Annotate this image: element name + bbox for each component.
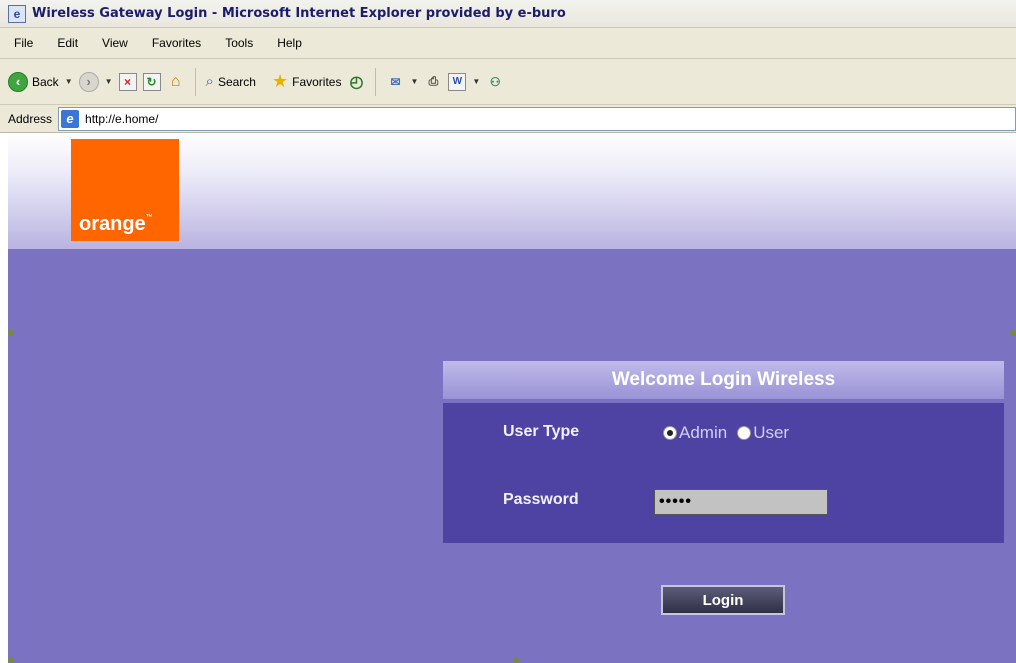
address-input[interactable]: e http://e.home/ — [58, 106, 1016, 131]
mail-icon: ✉ — [390, 74, 401, 89]
menu-edit[interactable]: Edit — [57, 36, 78, 50]
search-icon: ⌕ — [205, 73, 214, 90]
layout-marker — [1010, 330, 1016, 336]
toolbar-divider — [375, 67, 377, 96]
back-label: Back — [32, 74, 59, 89]
radio-unchecked-icon[interactable] — [737, 426, 752, 440]
chevron-down-icon[interactable]: ▼ — [410, 77, 418, 86]
menu-view[interactable]: View — [102, 36, 128, 50]
search-label: Search — [217, 74, 256, 89]
page-header: orange™ — [8, 133, 1016, 249]
history-icon[interactable]: ◴ — [347, 73, 365, 91]
menu-file[interactable]: File — [14, 36, 33, 50]
messenger-icon[interactable]: ⚇ — [486, 73, 504, 91]
search-button[interactable]: ⌕ Search — [206, 73, 256, 90]
menu-tools[interactable]: Tools — [225, 36, 253, 50]
chevron-down-icon[interactable]: ▼ — [65, 77, 73, 86]
forward-arrow-icon: › — [78, 71, 99, 92]
favorites-label: Favorites — [292, 74, 342, 89]
menu-bar: File Edit View Favorites Tools Help — [0, 28, 1016, 59]
page-icon: e — [61, 109, 80, 128]
favorites-button[interactable]: ★ Favorites — [272, 71, 342, 92]
stop-icon[interactable]: × — [118, 72, 137, 91]
login-title: Welcome Login Wireless — [611, 369, 836, 390]
home-icon[interactable]: ⌂ — [167, 73, 185, 91]
back-arrow-icon: ‹ — [8, 71, 28, 92]
login-header: Welcome Login Wireless — [443, 361, 1004, 399]
layout-marker — [8, 330, 14, 336]
user-type-radio-group: Admin User — [663, 423, 799, 443]
login-button[interactable]: Login — [661, 585, 785, 615]
address-url: http://e.home/ — [85, 111, 159, 126]
chevron-down-icon[interactable]: ▼ — [472, 77, 480, 86]
login-form: User Type Admin User Password ••••• — [443, 403, 1004, 543]
orange-logo: orange™ — [71, 139, 179, 241]
radio-admin-label: Admin — [679, 423, 728, 442]
favorites-star-icon: ★ — [271, 71, 289, 91]
address-label: Address — [8, 111, 53, 126]
window-title: Wireless Gateway Login - Microsoft Inter… — [32, 6, 566, 21]
standard-toolbar: ‹ Back ▼ › ▼ × ↻ ⌂ ⌕ Search ★ Favorites … — [0, 59, 1016, 105]
address-bar: Address e http://e.home/ — [0, 105, 1016, 133]
radio-admin[interactable]: Admin — [663, 423, 727, 443]
forward-button[interactable]: › ▼ — [78, 71, 113, 92]
menu-help[interactable]: Help — [277, 36, 302, 50]
word-icon: W — [448, 72, 467, 91]
logo-text: orange™ — [79, 213, 153, 235]
password-label: Password — [503, 491, 579, 508]
title-bar: e Wireless Gateway Login - Microsoft Int… — [0, 0, 1016, 28]
refresh-icon[interactable]: ↻ — [142, 72, 161, 91]
layout-marker — [513, 657, 519, 663]
ie-window-icon: e — [8, 4, 26, 23]
password-field[interactable]: ••••• — [654, 489, 828, 515]
radio-user[interactable]: User — [737, 423, 789, 443]
layout-marker — [8, 657, 14, 663]
radio-checked-icon[interactable] — [663, 426, 677, 440]
chevron-down-icon[interactable]: ▼ — [105, 77, 113, 86]
menu-favorites[interactable]: Favorites — [152, 36, 201, 50]
user-type-label: User Type — [503, 423, 580, 440]
toolbar-divider — [194, 67, 196, 96]
mail-button[interactable]: ✉ ▼ — [386, 73, 418, 91]
print-icon[interactable]: ⎙ — [424, 73, 442, 91]
radio-user-label: User — [753, 423, 790, 442]
edit-word-button[interactable]: W ▼ — [448, 72, 480, 91]
back-button[interactable]: ‹ Back ▼ — [8, 71, 73, 92]
page-viewport: orange™ Welcome Login Wireless User Type… — [8, 133, 1016, 663]
